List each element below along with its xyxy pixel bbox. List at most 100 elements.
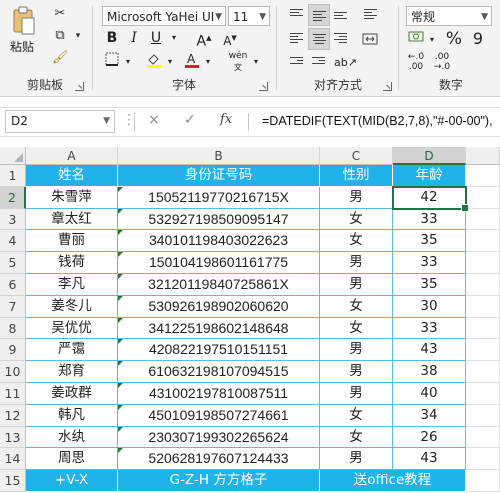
table-cell[interactable]: 33	[393, 208, 466, 231]
table-cell[interactable]: 450109198507274661	[118, 404, 320, 427]
table-cell[interactable]: 吴优优	[26, 317, 118, 340]
table-cell[interactable]: 李凡	[26, 274, 118, 296]
currency-dropdown-icon[interactable]: ▾	[422, 30, 442, 50]
empty-cell[interactable]	[466, 317, 500, 340]
empty-cell[interactable]	[466, 208, 500, 231]
table-cell[interactable]: 532927198509095147	[118, 208, 320, 231]
cancel-icon[interactable]: ×	[148, 112, 160, 128]
row-header-8[interactable]: 8	[0, 317, 26, 340]
table-cell[interactable]: 38	[393, 361, 466, 383]
table-cell[interactable]: 章太红	[26, 208, 118, 231]
font-color-dropdown-icon[interactable]: ▾	[198, 52, 218, 72]
align-right-icon[interactable]	[330, 28, 352, 50]
number-format-select[interactable]: 常规 ▼	[406, 6, 492, 26]
table-cell[interactable]: 男	[320, 339, 393, 362]
table-cell[interactable]: 610632198107094515	[118, 361, 320, 383]
orientation-icon[interactable]: ab↗	[334, 52, 357, 74]
select-all-button[interactable]	[0, 147, 26, 165]
table-cell[interactable]: 15052119770216715X	[118, 186, 320, 209]
table-cell[interactable]: 男	[320, 186, 393, 209]
header-cell[interactable]: 姓名	[26, 165, 118, 187]
phonetic-dropdown-icon[interactable]: ▾	[246, 52, 266, 72]
table-cell[interactable]: 340101198403022623	[118, 230, 320, 253]
percent-button[interactable]: %	[444, 29, 464, 49]
column-header-c[interactable]: C	[320, 147, 393, 165]
table-cell[interactable]: 曹丽	[26, 230, 118, 253]
borders-dropdown-icon[interactable]: ▾	[118, 52, 138, 72]
increase-indent-icon[interactable]	[308, 52, 330, 74]
column-header-blank[interactable]	[466, 147, 500, 165]
column-header-b[interactable]: B	[118, 147, 320, 165]
italic-button[interactable]: I	[124, 28, 144, 48]
align-center-icon[interactable]	[308, 28, 330, 50]
row-header-2[interactable]: 2	[0, 186, 26, 209]
font-name-select[interactable]: Microsoft YaHei UI ▼	[102, 6, 226, 26]
paste-button-label[interactable]: 粘贴	[10, 38, 34, 55]
table-cell[interactable]: 30	[393, 295, 466, 318]
table-cell[interactable]: 230307199302265624	[118, 426, 320, 449]
row-header-14[interactable]: 14	[0, 448, 26, 471]
table-cell[interactable]: 42	[393, 186, 466, 209]
table-cell[interactable]: 周思	[26, 448, 118, 471]
fill-dropdown-icon[interactable]: ▾	[160, 52, 180, 72]
paste-icon[interactable]	[12, 6, 36, 36]
table-cell[interactable]: 33	[393, 317, 466, 340]
align-top-icon[interactable]	[286, 4, 308, 26]
wrap-text-icon[interactable]	[360, 4, 382, 26]
footer-cell[interactable]: +V-X	[26, 470, 118, 492]
table-cell[interactable]: 150104198601161775	[118, 252, 320, 274]
copy-dropdown-icon[interactable]: ▾	[70, 28, 86, 44]
table-cell[interactable]: 32120119840725861X	[118, 274, 320, 296]
underline-button[interactable]: U	[146, 28, 166, 48]
phonetic-button[interactable]: wén 文	[228, 50, 248, 72]
table-cell[interactable]: 34	[393, 404, 466, 427]
table-cell[interactable]: 水纨	[26, 426, 118, 449]
enter-icon[interactable]: ✓	[184, 112, 196, 128]
empty-cell[interactable]	[466, 448, 500, 471]
row-header-13[interactable]: 13	[0, 426, 26, 449]
table-cell[interactable]: 33	[393, 252, 466, 274]
cut-icon[interactable]: ✂	[52, 6, 68, 22]
header-cell[interactable]: 性别	[320, 165, 393, 187]
decrease-decimal-icon[interactable]: .00 →.0	[432, 52, 452, 72]
footer-cell[interactable]: 送office教程	[320, 470, 466, 492]
underline-dropdown-icon[interactable]: ▾	[164, 28, 184, 48]
clipboard-dialog-launcher-icon[interactable]	[75, 82, 84, 91]
empty-cell[interactable]	[466, 230, 500, 253]
footer-cell[interactable]: G-Z-H 方方格子	[118, 470, 320, 492]
empty-cell[interactable]	[466, 470, 500, 492]
table-cell[interactable]: 男	[320, 448, 393, 471]
table-cell[interactable]: 钱荷	[26, 252, 118, 274]
empty-cell[interactable]	[466, 186, 500, 209]
copy-icon[interactable]: ⧉	[52, 28, 68, 44]
header-cell[interactable]: 年龄	[393, 165, 466, 187]
formula-input[interactable]: =DATEDIF(TEXT(MID(B2,7,8),"#-00-00"),	[262, 114, 493, 128]
table-cell[interactable]: 女	[320, 404, 393, 427]
insert-function-button[interactable]: fx	[220, 112, 232, 127]
empty-cell[interactable]	[466, 339, 500, 362]
row-header-3[interactable]: 3	[0, 208, 26, 231]
table-cell[interactable]: 男	[320, 383, 393, 405]
row-header-4[interactable]: 4	[0, 230, 26, 253]
table-cell[interactable]: 姜政群	[26, 383, 118, 405]
merge-center-icon[interactable]	[360, 28, 382, 50]
table-cell[interactable]: 姜冬儿	[26, 295, 118, 318]
table-cell[interactable]: 420822197510151151	[118, 339, 320, 362]
table-cell[interactable]: 35	[393, 230, 466, 253]
table-cell[interactable]: 女	[320, 230, 393, 253]
table-cell[interactable]: 女	[320, 426, 393, 449]
column-header-a[interactable]: A	[26, 147, 118, 165]
decrease-font-button[interactable]: A▼	[220, 28, 240, 48]
row-header-15[interactable]: 15	[0, 470, 26, 492]
empty-cell[interactable]	[466, 383, 500, 405]
increase-decimal-icon[interactable]: ←.0.00	[406, 52, 426, 72]
table-cell[interactable]: 男	[320, 252, 393, 274]
empty-cell[interactable]	[466, 252, 500, 274]
table-cell[interactable]: 男	[320, 274, 393, 296]
empty-cell[interactable]	[466, 404, 500, 427]
font-dialog-launcher-icon[interactable]	[259, 82, 268, 91]
row-header-11[interactable]: 11	[0, 383, 26, 405]
row-header-6[interactable]: 6	[0, 274, 26, 296]
empty-cell[interactable]	[466, 426, 500, 449]
comma-button[interactable]: 9	[468, 29, 488, 49]
